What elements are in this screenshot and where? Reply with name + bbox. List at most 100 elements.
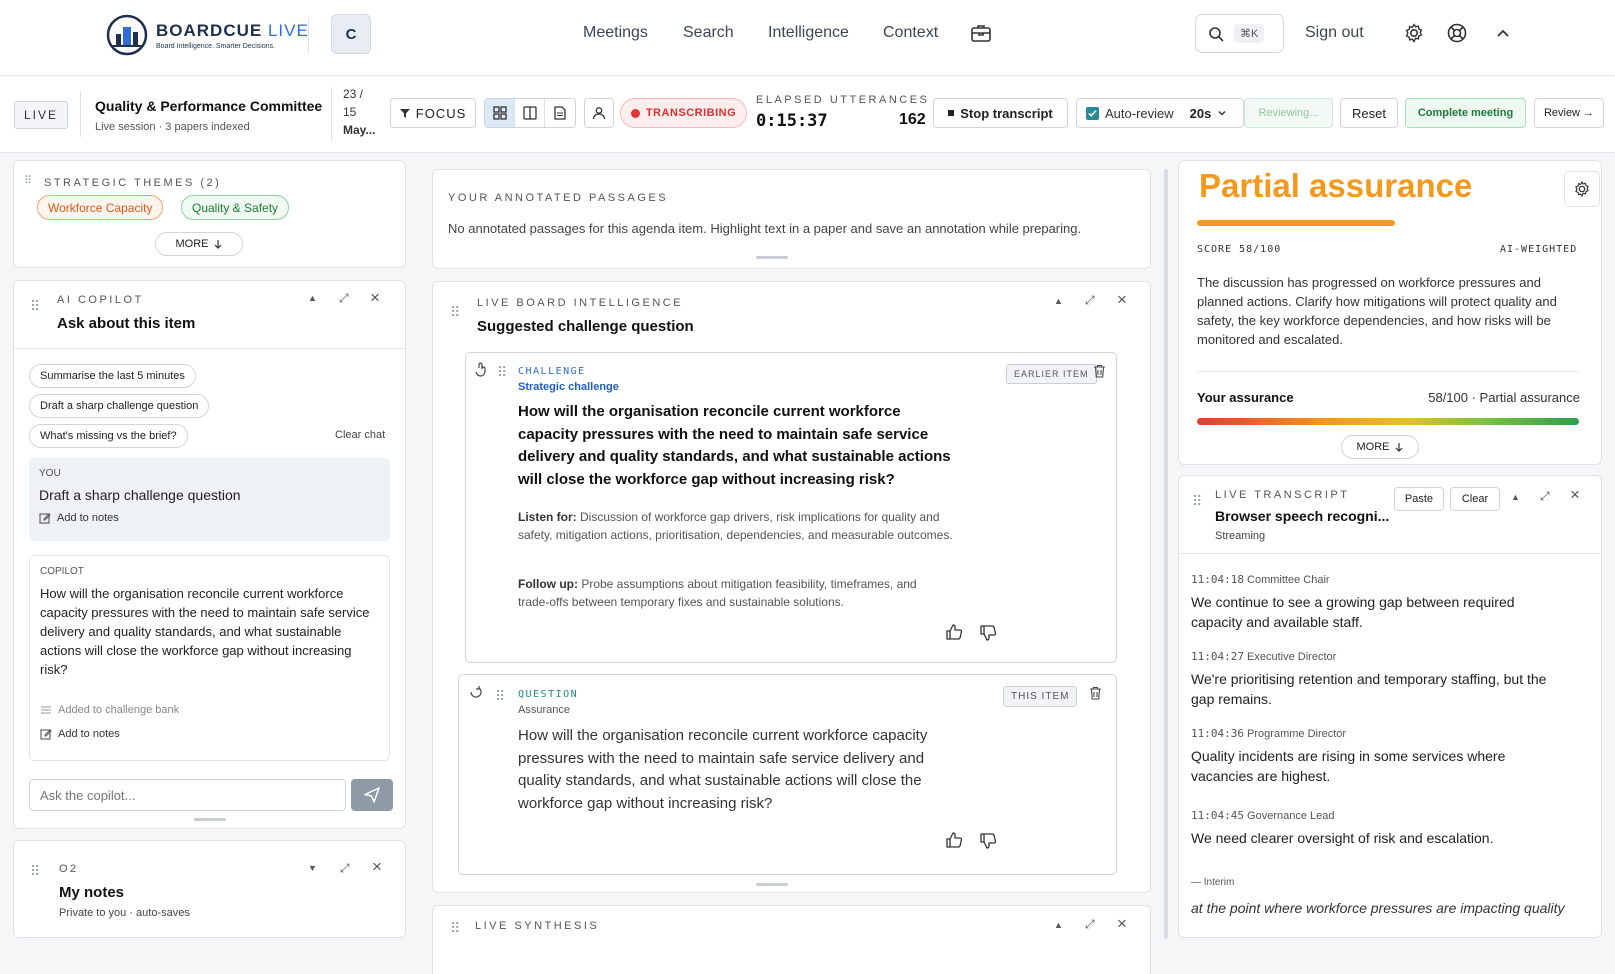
- review-button[interactable]: Review →: [1534, 98, 1604, 128]
- theme-tag-workforce[interactable]: Workforce Capacity: [37, 195, 164, 220]
- document-view-icon[interactable]: [545, 99, 575, 127]
- person-icon[interactable]: [584, 98, 614, 128]
- copilot-input[interactable]: [29, 779, 346, 811]
- focus-button[interactable]: FOCUS: [390, 98, 476, 128]
- trash-icon[interactable]: [1089, 686, 1102, 700]
- collapse-down-icon[interactable]: ▼: [308, 863, 317, 873]
- reset-button[interactable]: Reset: [1340, 98, 1398, 128]
- search-button[interactable]: ⌘K: [1195, 14, 1284, 53]
- assurance-accent-bar: [1197, 220, 1395, 226]
- nav-search[interactable]: Search: [683, 24, 734, 42]
- challenge-card-earlier: ⠿ CHALLENGE Strategic challenge EARLIER …: [465, 352, 1117, 663]
- live-transcript-panel: ⠿ LIVE TRANSCRIPT Browser speech recogni…: [1178, 475, 1602, 938]
- expand-icon[interactable]: ⤢: [339, 291, 349, 306]
- chevron-up-icon[interactable]: [1492, 22, 1514, 44]
- clear-chat-link[interactable]: Clear chat: [335, 429, 385, 441]
- thumbs-up-icon[interactable]: [945, 831, 963, 849]
- transcript-eyebrow: LIVE TRANSCRIPT: [1215, 489, 1350, 501]
- drag-handle-icon[interactable]: ⠿: [30, 298, 40, 315]
- drag-handle-icon[interactable]: ⠿: [450, 920, 460, 937]
- auto-review-interval[interactable]: 20s: [1190, 106, 1212, 121]
- paste-button[interactable]: Paste: [1394, 487, 1444, 511]
- collapse-up-icon[interactable]: ▲: [1511, 492, 1520, 502]
- your-assurance-label: Your assurance: [1197, 390, 1294, 405]
- challenge-question-text: How will the organisation reconcile curr…: [518, 403, 951, 488]
- meeting-title: Quality & Performance Committee: [95, 98, 323, 114]
- assurance-summary: The discussion has progressed on workfor…: [1197, 275, 1557, 347]
- close-icon[interactable]: ×: [1570, 485, 1580, 505]
- suggestion-chip-challenge[interactable]: Draft a sharp challenge question: [29, 394, 210, 418]
- card-kind: QUESTION: [518, 689, 579, 700]
- expand-icon[interactable]: ⤢: [340, 861, 350, 876]
- touch-icon[interactable]: [475, 362, 488, 377]
- gear-icon[interactable]: [1403, 22, 1425, 44]
- copilot-eyebrow: AI COPILOT: [57, 294, 144, 306]
- drag-handle-icon[interactable]: ⠿: [495, 688, 505, 705]
- assurance-slider[interactable]: [1197, 418, 1579, 425]
- notes-title: My notes: [59, 884, 125, 901]
- drag-handle-icon[interactable]: ⠿: [497, 364, 507, 381]
- suggestion-chip-summarise[interactable]: Summarise the last 5 minutes: [29, 364, 196, 388]
- nav-context[interactable]: Context: [883, 24, 938, 42]
- transcript-entry-text: We need clearer oversight of risk and es…: [1191, 830, 1494, 846]
- drag-handle-icon[interactable]: ⠿: [24, 174, 32, 187]
- sign-out-link[interactable]: Sign out: [1305, 24, 1364, 42]
- add-to-notes-button[interactable]: Add to notes: [39, 512, 119, 524]
- send-button[interactable]: [351, 779, 393, 811]
- add-to-notes-button[interactable]: Add to notes: [40, 728, 120, 740]
- resize-handle[interactable]: [756, 256, 788, 259]
- assurance-more-button[interactable]: MORE: [1341, 435, 1419, 459]
- edit-note-icon: [39, 513, 51, 524]
- collapse-up-icon[interactable]: ▲: [308, 293, 317, 303]
- clear-transcript-button[interactable]: Clear: [1450, 487, 1500, 511]
- annotated-passages-panel: YOUR ANNOTATED PASSAGES No annotated pas…: [432, 169, 1151, 269]
- split-view-icon[interactable]: [515, 99, 545, 127]
- notes-eyebrow: O2: [59, 863, 79, 875]
- expand-icon[interactable]: ⤢: [1085, 917, 1095, 932]
- briefcase-icon[interactable]: [970, 22, 992, 44]
- help-lifebuoy-icon[interactable]: [1446, 22, 1468, 44]
- stop-transcript-button[interactable]: Stop transcript: [933, 98, 1068, 128]
- column-resizer[interactable]: [1164, 169, 1168, 939]
- synthesis-eyebrow: LIVE SYNTHESIS: [475, 920, 600, 932]
- refresh-hand-icon[interactable]: [469, 685, 484, 700]
- thumbs-down-icon[interactable]: [979, 624, 997, 642]
- collapse-up-icon[interactable]: ▲: [1054, 920, 1063, 930]
- reviewing-button[interactable]: Reviewing...: [1244, 98, 1333, 128]
- card-subkind: Assurance: [518, 704, 570, 716]
- elapsed-utterances-label: ELAPSED UTTERANCES: [756, 94, 930, 106]
- suggestion-chip-missing[interactable]: What's missing vs the brief?: [29, 424, 188, 448]
- assurance-settings-button[interactable]: [1564, 171, 1600, 207]
- thumbs-up-icon[interactable]: [945, 623, 963, 641]
- theme-tag-quality[interactable]: Quality & Safety: [181, 195, 290, 220]
- brand-logo[interactable]: BOARDCUE LIVE Board Intelligence. Smarte…: [106, 14, 309, 56]
- complete-meeting-button[interactable]: Complete meeting: [1405, 98, 1526, 128]
- sliders-icon: [41, 706, 51, 714]
- transcript-entry-meta: 11:04:36 Programme Director: [1191, 727, 1347, 740]
- drag-handle-icon[interactable]: ⠿: [30, 863, 40, 880]
- expand-icon[interactable]: ⤢: [1540, 489, 1550, 504]
- resize-handle[interactable]: [756, 883, 788, 886]
- close-icon[interactable]: ×: [372, 857, 382, 877]
- filter-icon: [399, 109, 410, 118]
- org-switcher-button[interactable]: C: [331, 14, 371, 54]
- auto-review-checkbox[interactable]: [1086, 106, 1099, 120]
- nav-meetings[interactable]: Meetings: [583, 24, 648, 42]
- grid-view-icon[interactable]: [485, 99, 515, 127]
- board-intelligence-panel: ⠿ LIVE BOARD INTELLIGENCE Suggested chal…: [432, 281, 1151, 893]
- drag-handle-icon[interactable]: ⠿: [450, 304, 460, 321]
- elapsed-time: 0:15:37: [756, 111, 828, 131]
- close-icon[interactable]: ×: [1117, 914, 1127, 934]
- trash-icon[interactable]: [1093, 364, 1106, 378]
- collapse-up-icon[interactable]: ▲: [1054, 296, 1063, 306]
- themes-more-button[interactable]: MORE: [155, 232, 243, 256]
- close-icon[interactable]: ×: [370, 288, 380, 308]
- thumbs-down-icon[interactable]: [979, 832, 997, 850]
- close-icon[interactable]: ×: [1117, 290, 1127, 310]
- transcript-title: Browser speech recogni...: [1215, 508, 1390, 524]
- auto-review-control[interactable]: Auto-review 20s: [1076, 98, 1244, 128]
- nav-intelligence[interactable]: Intelligence: [768, 24, 849, 42]
- drag-handle-icon[interactable]: ⠿: [1192, 493, 1202, 510]
- expand-icon[interactable]: ⤢: [1085, 293, 1095, 308]
- resize-handle[interactable]: [194, 818, 226, 821]
